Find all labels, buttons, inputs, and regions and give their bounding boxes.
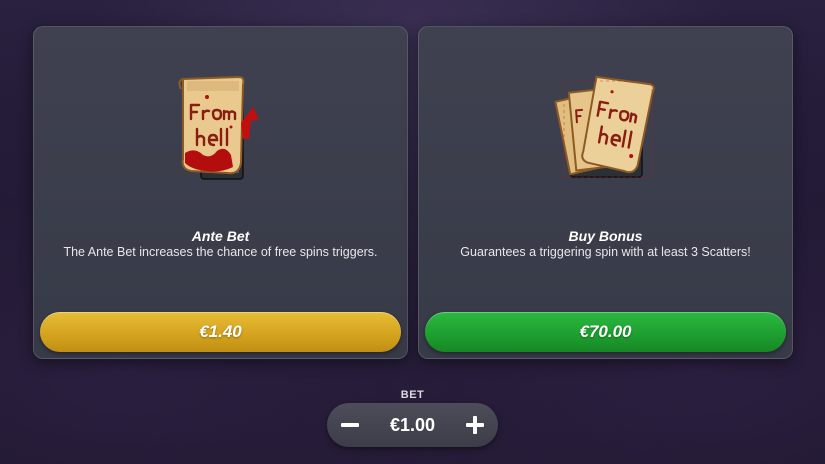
from-hell-scroll-icon <box>177 75 259 180</box>
buy-bonus-description: Guarantees a triggering spin with at lea… <box>460 245 751 259</box>
ante-bet-title: Ante Bet <box>191 228 250 244</box>
ante-bet-card: Ante Bet The Ante Bet increases the chan… <box>33 26 408 359</box>
ante-bet-price: €1.40 <box>199 322 242 341</box>
buy-bonus-price: €70.00 <box>579 322 632 341</box>
buy-bonus-button[interactable]: €70.00 <box>425 312 786 352</box>
buy-bonus-card: Buy Bonus Guarantees a triggering spin w… <box>418 26 793 359</box>
ante-bet-description: The Ante Bet increases the chance of fre… <box>63 245 378 259</box>
bet-label: BET <box>400 389 425 401</box>
from-hell-scroll-stack-icon <box>553 75 655 178</box>
bet-selector: €1.00 <box>327 403 498 447</box>
minus-icon[interactable] <box>339 414 361 436</box>
bet-value: €1.00 <box>389 414 436 435</box>
ante-bet-button[interactable]: €1.40 <box>40 312 401 352</box>
buy-bonus-title: Buy Bonus <box>568 228 643 244</box>
plus-icon[interactable] <box>464 414 486 436</box>
